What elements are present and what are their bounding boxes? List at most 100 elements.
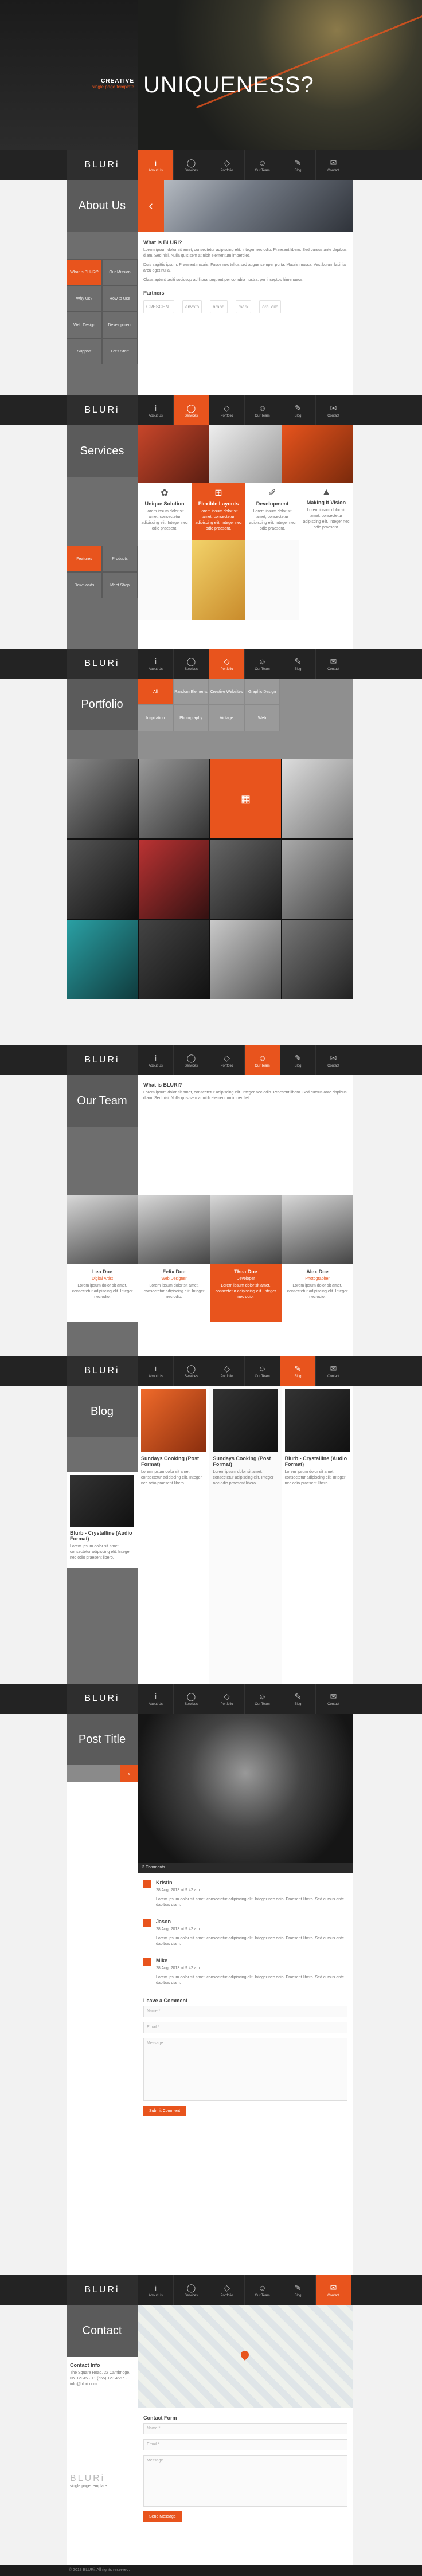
services-tile[interactable]: Downloads — [67, 572, 102, 598]
nav-about[interactable]: i About Us — [138, 1045, 173, 1075]
nav-portfolio[interactable]: ◇ Portfolio — [209, 1356, 244, 1386]
nav-logo[interactable]: BLURi — [67, 150, 138, 180]
about-tile[interactable]: Development — [102, 312, 138, 338]
portfolio-item[interactable] — [67, 759, 138, 839]
about-tile[interactable]: What is BLURi? — [67, 259, 102, 285]
about-tile[interactable]: How to Use — [102, 285, 138, 312]
nav-team[interactable]: ☺ Our Team — [244, 1356, 280, 1386]
nav-services[interactable]: ◯ Services — [173, 1045, 209, 1075]
portfolio-item-hover[interactable]: ▦ — [210, 759, 282, 839]
blog-post-left[interactable]: Blurb - Crystalline (Audio Format) Lorem… — [67, 1472, 138, 1568]
services-tile[interactable]: Meet Shop — [102, 572, 138, 598]
filter-item[interactable]: Vintage — [209, 705, 244, 731]
about-tile[interactable]: Web Design — [67, 312, 102, 338]
filter-item[interactable]: Random Elements — [173, 679, 209, 705]
nav-about[interactable]: i About Us — [138, 649, 173, 679]
nav-blog[interactable]: ✎ Blog — [280, 1356, 315, 1386]
nav-portfolio[interactable]: ◇ Portfolio — [209, 649, 244, 679]
filter-item[interactable]: Creative Websites — [209, 679, 244, 705]
nav-portfolio[interactable]: ◇ Portfolio — [209, 150, 244, 180]
nav-blog[interactable]: ✎ Blog — [280, 150, 315, 180]
blog-post[interactable]: Sundays Cooking (Post Format) Lorem ipsu… — [138, 1386, 210, 1684]
portfolio-item[interactable] — [210, 919, 282, 999]
contact-message-field[interactable]: Message — [143, 2455, 347, 2507]
nav-logo[interactable]: BLURi — [67, 1045, 138, 1075]
nav-blog[interactable]: ✎ Blog — [280, 649, 315, 679]
nav-portfolio[interactable]: ◇ Portfolio — [209, 2275, 244, 2305]
services-tile[interactable]: Products — [102, 546, 138, 572]
nav-about[interactable]: i About Us — [138, 1684, 173, 1714]
team-member[interactable]: Alex Doe Photographer Lorem ipsum dolor si… — [282, 1195, 353, 1322]
service-item[interactable]: ⊞ Flexible Layouts Lorem ipsum dolor sit… — [192, 483, 245, 540]
nav-about[interactable]: i About Us — [138, 395, 173, 425]
send-message-button[interactable]: Send Message — [143, 2511, 182, 2522]
nav-blog[interactable]: ✎ Blog — [280, 1045, 315, 1075]
team-member[interactable]: Thea Doe Developer Lorem ipsum dolor sit a… — [210, 1195, 282, 1322]
nav-logo[interactable]: BLURi — [67, 2275, 138, 2305]
nav-logo[interactable]: BLURi — [67, 1684, 138, 1714]
nav-team[interactable]: ☺ Our Team — [244, 150, 280, 180]
filter-item[interactable]: Inspiration — [138, 705, 173, 731]
nav-blog[interactable]: ✎ Blog — [280, 395, 315, 425]
filter-item[interactable]: Photography — [173, 705, 209, 731]
service-item[interactable]: ✿ Unique Solution Lorem ipsum dolor sit … — [138, 483, 192, 540]
next-arrow-icon[interactable]: › — [120, 1765, 138, 1782]
filter-item[interactable]: Graphic Design — [244, 679, 280, 705]
nav-about[interactable]: i About Us — [138, 1356, 173, 1386]
portfolio-item[interactable] — [282, 759, 353, 839]
nav-logo[interactable]: BLURi — [67, 1356, 138, 1386]
partner-logo[interactable]: CRESCENT — [143, 300, 175, 313]
portfolio-item[interactable] — [282, 839, 353, 919]
portfolio-item[interactable] — [138, 919, 210, 999]
nav-team[interactable]: ☺ Our Team — [244, 1045, 280, 1075]
portfolio-item[interactable] — [138, 839, 210, 919]
blog-post[interactable]: Blurb - Crystalline (Audio Format) Lorem… — [281, 1386, 353, 1684]
nav-services[interactable]: ◯ Services — [173, 1356, 209, 1386]
nav-contact[interactable]: ✉ Contact — [315, 649, 351, 679]
nav-services[interactable]: ◯ Services — [173, 1684, 209, 1714]
nav-team[interactable]: ☺ Our Team — [244, 395, 280, 425]
service-item[interactable]: ✐ Development Lorem ipsum dolor sit amet… — [245, 483, 299, 540]
nav-services[interactable]: ◯ Services — [173, 649, 209, 679]
nav-team[interactable]: ☺ Our Team — [244, 649, 280, 679]
nav-portfolio[interactable]: ◇ Portfolio — [209, 1045, 244, 1075]
message-field[interactable]: Message — [143, 2038, 347, 2101]
partner-logo[interactable]: orc_oilo — [259, 300, 282, 313]
portfolio-item[interactable] — [282, 919, 353, 999]
team-member[interactable]: Lea Doe Digital Artist Lorem ipsum dolor s… — [67, 1195, 138, 1322]
nav-contact[interactable]: ✉ Contact — [315, 1356, 351, 1386]
name-field[interactable]: Name * — [143, 2006, 347, 2017]
contact-name-field[interactable]: Name * — [143, 2423, 347, 2434]
portfolio-item[interactable] — [210, 839, 282, 919]
nav-team[interactable]: ☺ Our Team — [244, 2275, 280, 2305]
blog-post[interactable]: Sundays Cooking (Post Format) Lorem ipsu… — [209, 1386, 282, 1684]
about-tile[interactable]: Support — [67, 338, 102, 364]
nav-services[interactable]: ◯ Services — [173, 2275, 209, 2305]
nav-logo[interactable]: BLURi — [67, 649, 138, 679]
nav-portfolio[interactable]: ◇ Portfolio — [209, 395, 244, 425]
about-tile[interactable]: Our Mission — [102, 259, 138, 285]
about-tile[interactable]: Let's Start — [102, 338, 138, 364]
nav-blog[interactable]: ✎ Blog — [280, 1684, 315, 1714]
partner-logo[interactable]: mark — [235, 300, 252, 313]
nav-contact[interactable]: ✉ Contact — [315, 1684, 351, 1714]
nav-services[interactable]: ◯ Services — [173, 150, 209, 180]
contact-email-field[interactable]: Email * — [143, 2439, 347, 2450]
nav-team[interactable]: ☺ Our Team — [244, 1684, 280, 1714]
contact-map[interactable] — [138, 2305, 353, 2408]
nav-contact[interactable]: ✉ Contact — [315, 1045, 351, 1075]
filter-all[interactable]: All — [138, 679, 173, 705]
submit-comment-button[interactable]: Submit Comment — [143, 2106, 186, 2116]
email-field[interactable]: Email * — [143, 2022, 347, 2033]
nav-about[interactable]: i About Us — [138, 2275, 173, 2305]
team-member[interactable]: Felix Doe Web Designer Lorem ipsum dolor s… — [138, 1195, 210, 1322]
nav-contact[interactable]: ✉ Contact — [315, 2275, 351, 2305]
nav-services[interactable]: ◯ Services — [173, 395, 209, 425]
portfolio-item[interactable] — [67, 839, 138, 919]
portfolio-item[interactable] — [67, 919, 138, 999]
partner-logo[interactable]: brand — [210, 300, 228, 313]
nav-contact[interactable]: ✉ Contact — [315, 150, 351, 180]
nav-logo[interactable]: BLURi — [67, 395, 138, 425]
filter-item[interactable]: Web — [244, 705, 280, 731]
service-item[interactable]: ▲ Making It Vision Lorem ipsum dolor sit… — [299, 483, 353, 540]
